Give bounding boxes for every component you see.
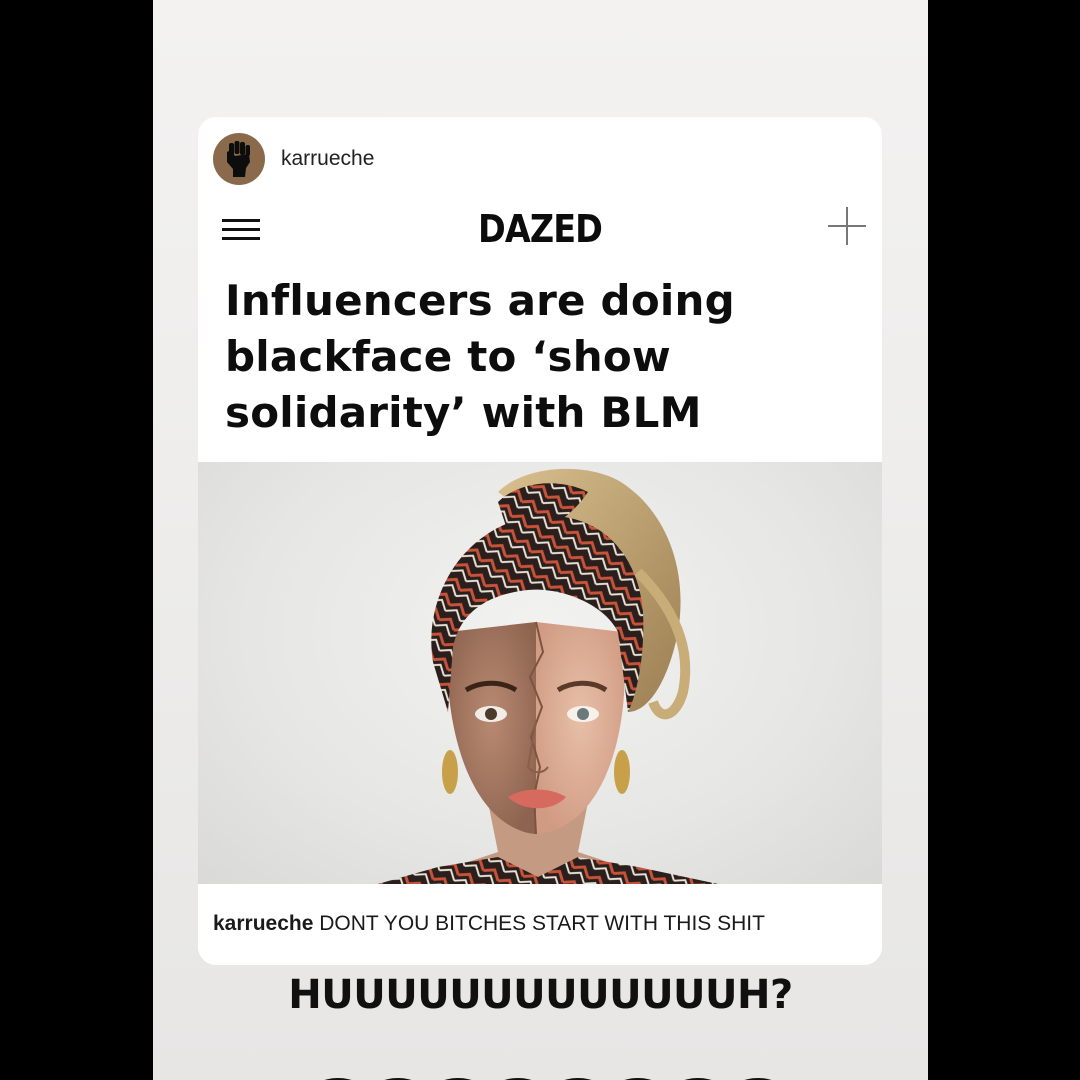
- article-headline[interactable]: Influencers are doing blackface to ‘show…: [225, 273, 865, 441]
- post-caption: karrueche DONT YOU BITCHES START WITH TH…: [213, 912, 765, 936]
- story-text-overlay: HUUUUUUUUUUUUUH?: [288, 972, 793, 1018]
- caption-username[interactable]: karrueche: [213, 912, 313, 935]
- post-username[interactable]: karrueche: [281, 147, 374, 171]
- cropped-text-overlay: [324, 1078, 772, 1080]
- portrait-illustration: [378, 468, 718, 884]
- site-header: DAZED: [198, 201, 882, 257]
- caption-text: DONT YOU BITCHES START WITH THIS SHIT: [313, 912, 765, 935]
- screen: karrueche DAZED Influencers are doing bl…: [0, 0, 1080, 1080]
- story-frame: karrueche DAZED Influencers are doing bl…: [153, 0, 928, 1080]
- plus-icon[interactable]: [826, 205, 868, 247]
- avatar[interactable]: [213, 133, 265, 185]
- site-logo: DAZED: [477, 207, 603, 251]
- article-image[interactable]: [198, 462, 882, 884]
- raised-fist-icon: [227, 141, 250, 177]
- post-header[interactable]: karrueche: [213, 131, 374, 187]
- shared-post-card[interactable]: karrueche DAZED Influencers are doing bl…: [198, 117, 882, 965]
